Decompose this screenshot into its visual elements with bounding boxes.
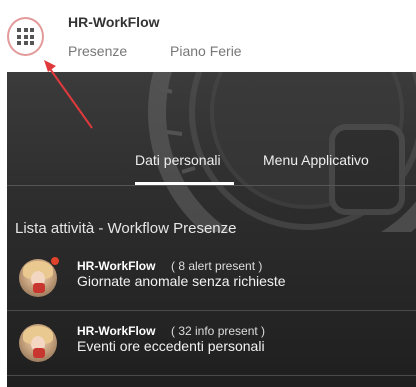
activity-row[interactable]: HR-WorkFlow ( 8 alert present ) Giornate… <box>7 255 416 303</box>
activity-count: ( 32 info present ) <box>171 324 266 338</box>
activity-app-name: HR-WorkFlow <box>77 324 156 338</box>
app-header: HR-WorkFlow Presenze Piano Ferie <box>0 0 416 72</box>
tab-menu-applicativo[interactable]: Menu Applicativo <box>263 152 369 168</box>
apps-grid-icon <box>17 28 34 45</box>
tab-dati-personali[interactable]: Dati personali <box>135 152 221 168</box>
tab-divider <box>7 185 416 186</box>
row-divider <box>7 310 416 311</box>
tab-bar: Dati personali Menu Applicativo <box>7 72 416 187</box>
content-panel: Dati personali Menu Applicativo Lista at… <box>7 72 416 387</box>
row-divider <box>7 375 416 376</box>
activity-row[interactable]: HR-WorkFlow ( 32 info present ) Eventi o… <box>7 320 416 368</box>
nav-link-piano-ferie[interactable]: Piano Ferie <box>170 43 242 59</box>
section-title: Lista attività - Workflow Presenze <box>15 220 237 237</box>
activity-description: Giornate anomale senza richieste <box>77 273 286 289</box>
alert-badge-dot <box>51 257 59 265</box>
activity-description: Eventi ore eccedenti personali <box>77 338 265 354</box>
app-title: HR-WorkFlow <box>68 14 160 30</box>
avatar <box>19 324 57 362</box>
activity-count: ( 8 alert present ) <box>171 259 263 273</box>
nav-link-presenze[interactable]: Presenze <box>68 43 127 59</box>
apps-menu-button[interactable] <box>7 17 44 56</box>
avatar <box>19 259 57 297</box>
activity-app-name: HR-WorkFlow <box>77 259 156 273</box>
